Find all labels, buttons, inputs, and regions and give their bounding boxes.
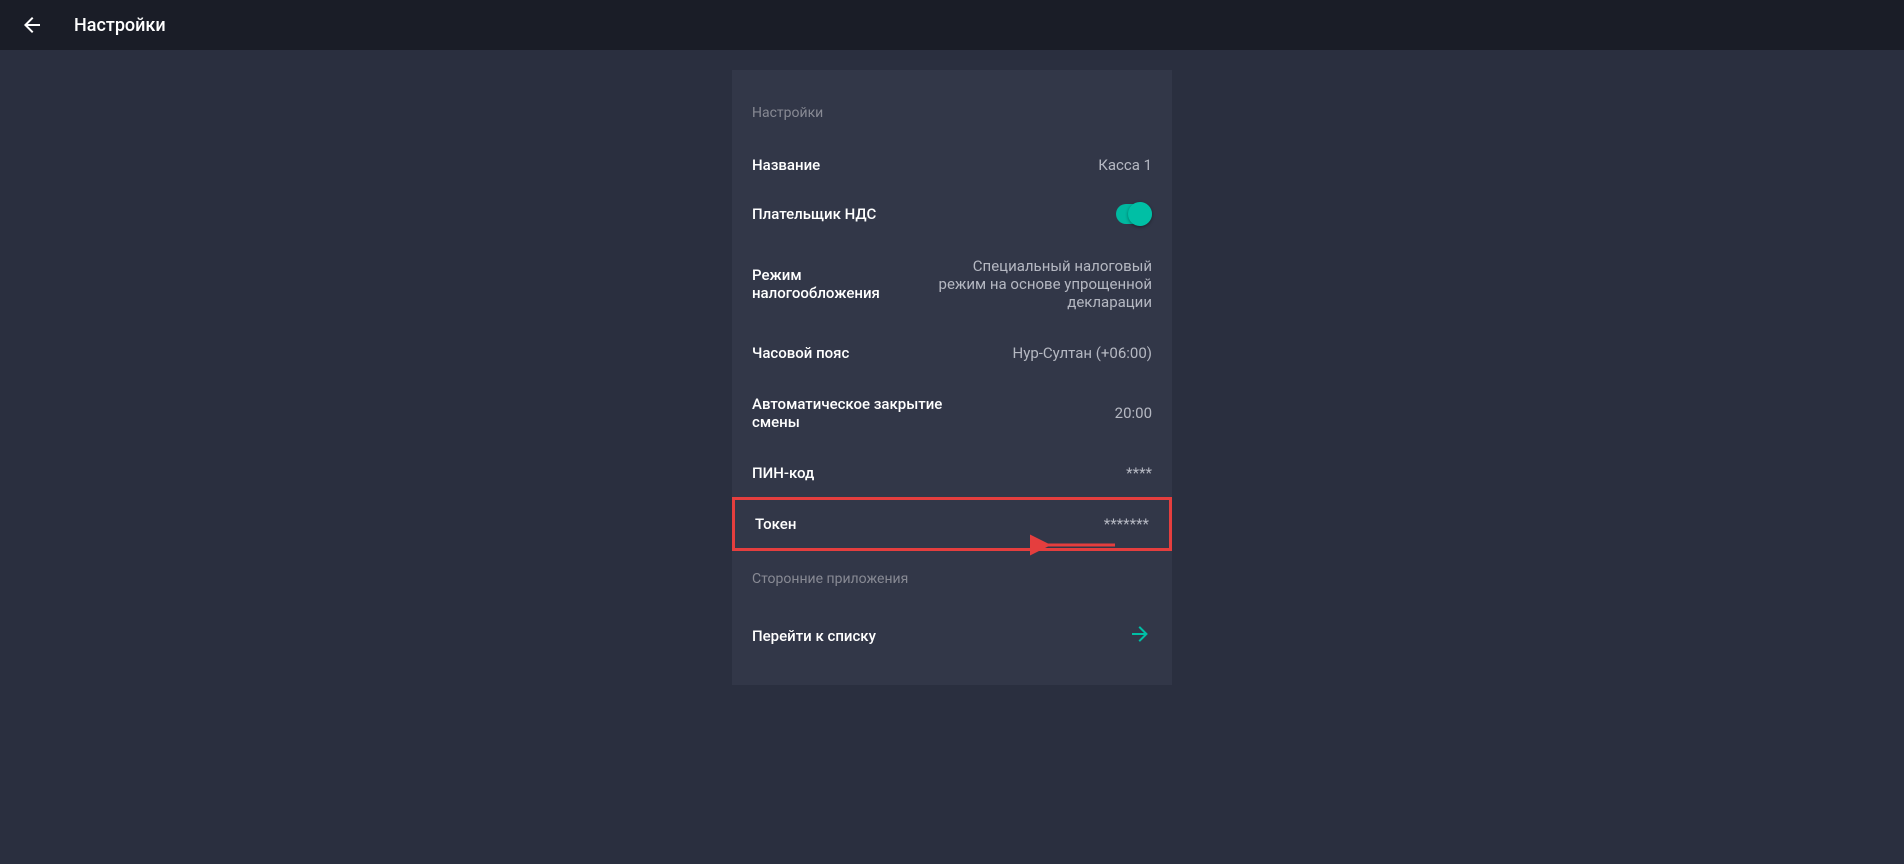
setting-label: Часовой пояс <box>752 344 849 362</box>
setting-label: Режим налогообложения <box>752 266 922 302</box>
section-header-settings: Настройки <box>732 90 1172 141</box>
annotation-arrow <box>1030 530 1120 564</box>
vat-toggle[interactable] <box>1116 204 1152 224</box>
settings-panel: Настройки Название Касса 1 Плательщик НД… <box>732 70 1172 685</box>
setting-row-auto-close[interactable]: Автоматическое закрытие смены 20:00 <box>732 377 1172 449</box>
setting-row-tax-mode[interactable]: Режим налогообложения Специальный налого… <box>732 239 1172 329</box>
setting-label: Автоматическое закрытие смены <box>752 395 972 431</box>
setting-row-vat[interactable]: Плательщик НДС <box>732 189 1172 239</box>
setting-row-name[interactable]: Название Касса 1 <box>732 141 1172 189</box>
setting-label: ПИН-код <box>752 464 814 482</box>
setting-value: Касса 1 <box>1098 156 1152 174</box>
setting-value: Нур-Султан (+06:00) <box>1013 344 1152 362</box>
setting-label: Название <box>752 156 820 174</box>
setting-label: Перейти к списку <box>752 627 876 645</box>
arrow-right-icon <box>1128 622 1152 650</box>
setting-row-timezone[interactable]: Часовой пояс Нур-Султан (+06:00) <box>732 329 1172 377</box>
setting-row-go-to-list[interactable]: Перейти к списку <box>732 607 1172 665</box>
setting-label: Плательщик НДС <box>752 205 876 223</box>
setting-value: **** <box>1126 464 1152 482</box>
setting-value: Специальный налоговый режим на основе уп… <box>922 257 1152 311</box>
page-title: Настройки <box>74 15 166 36</box>
setting-value: 20:00 <box>1115 404 1152 422</box>
app-header: Настройки <box>0 0 1904 50</box>
main-content: Настройки Название Касса 1 Плательщик НД… <box>0 50 1904 685</box>
arrow-left-icon <box>20 13 44 37</box>
setting-row-pin[interactable]: ПИН-код **** <box>732 449 1172 497</box>
back-button[interactable] <box>20 13 44 37</box>
setting-label: Токен <box>755 515 796 533</box>
